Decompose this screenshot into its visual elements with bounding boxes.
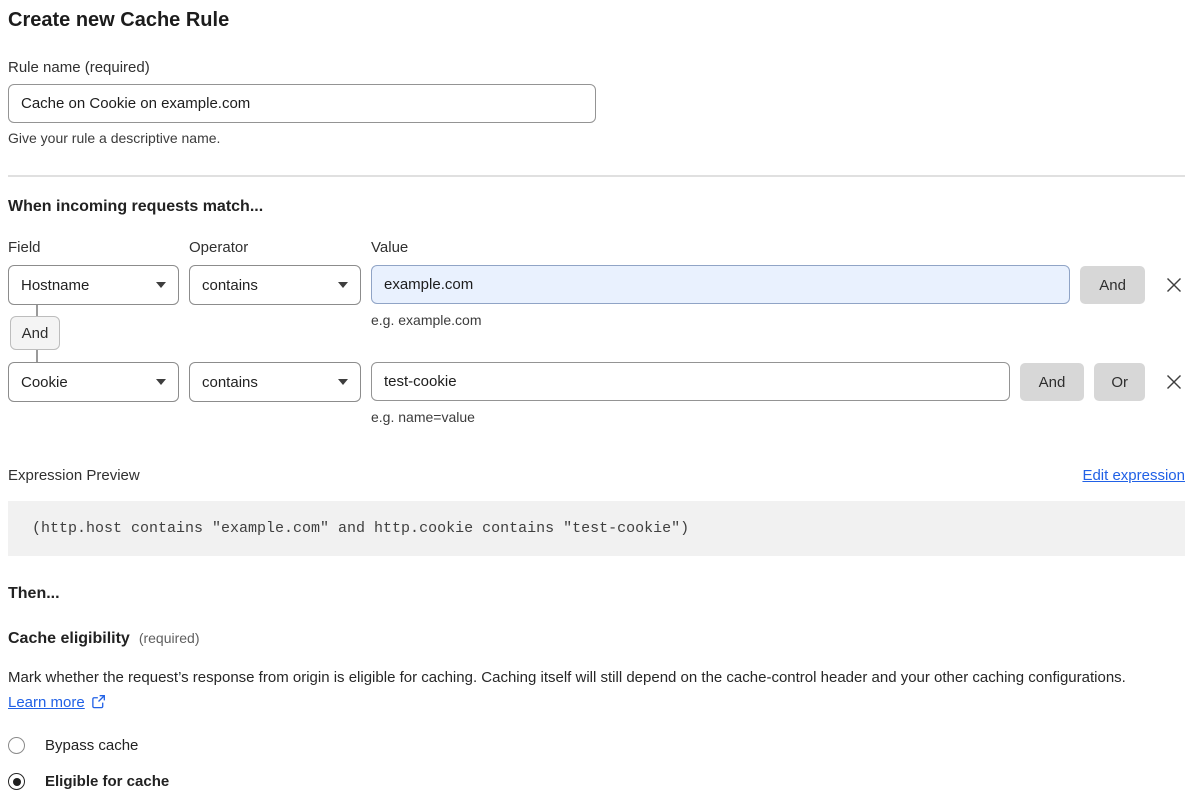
remove-condition-button[interactable] <box>1163 371 1185 393</box>
and-button[interactable]: And <box>1020 363 1085 401</box>
radio-unselected-icon[interactable] <box>8 737 25 754</box>
field-select-value: Hostname <box>21 277 89 294</box>
and-connector-button[interactable]: And <box>10 316 60 350</box>
radio-option-label: Eligible for cache <box>45 773 169 790</box>
value-column: e.g. name=value <box>371 362 1010 425</box>
value-hint: e.g. name=value <box>371 409 1010 425</box>
value-input[interactable] <box>371 362 1010 401</box>
field-column: Cookie <box>8 362 179 402</box>
operator-select[interactable]: contains <box>189 265 361 305</box>
operator-select-value: contains <box>202 374 258 391</box>
cache-eligibility-description: Mark whether the request’s response from… <box>8 665 1168 715</box>
external-link-icon <box>91 694 106 709</box>
operator-select[interactable]: contains <box>189 362 361 402</box>
condition-column-labels: Field Operator Value <box>8 239 1185 256</box>
and-button[interactable]: And <box>1080 266 1145 304</box>
cache-eligibility-title: Cache eligibility <box>8 630 130 648</box>
radio-selected-icon[interactable] <box>8 773 25 790</box>
expression-preview-header: Expression Preview Edit expression <box>8 467 1185 484</box>
chevron-down-icon <box>156 282 166 288</box>
rule-name-input[interactable] <box>8 84 596 123</box>
rule-name-label: Rule name (required) <box>8 59 1185 77</box>
eligible-for-cache-option[interactable]: Eligible for cache <box>8 773 1185 790</box>
cache-eligibility-header: Cache eligibility (required) <box>8 630 1185 648</box>
operator-select-value: contains <box>202 277 258 294</box>
required-note: (required) <box>139 630 200 646</box>
page-title: Create new Cache Rule <box>8 6 1185 34</box>
value-input[interactable] <box>371 265 1070 304</box>
field-column: Hostname And <box>8 265 179 362</box>
learn-more-link[interactable]: Learn more <box>8 694 85 711</box>
field-column-label: Field <box>8 239 179 256</box>
description-text: Mark whether the request’s response from… <box>8 669 1126 686</box>
expression-code: (http.host contains "example.com" and ht… <box>32 520 689 537</box>
match-heading: When incoming requests match... <box>8 198 1185 216</box>
rule-name-help: Give your rule a descriptive name. <box>8 130 1185 147</box>
value-column: e.g. example.com <box>371 265 1070 328</box>
x-icon <box>1163 274 1185 296</box>
field-select-value: Cookie <box>21 374 68 391</box>
x-icon <box>1163 371 1185 393</box>
chevron-down-icon <box>156 379 166 385</box>
remove-condition-button[interactable] <box>1163 274 1185 296</box>
expression-preview-label: Expression Preview <box>8 467 140 484</box>
expression-code-block: (http.host contains "example.com" and ht… <box>8 501 1185 556</box>
operator-column-label: Operator <box>189 239 361 256</box>
field-select[interactable]: Cookie <box>8 362 179 402</box>
connector-line <box>36 305 38 316</box>
field-select[interactable]: Hostname <box>8 265 179 305</box>
bypass-cache-option[interactable]: Bypass cache <box>8 737 1185 754</box>
edit-expression-link[interactable]: Edit expression <box>1082 467 1185 484</box>
value-column-label: Value <box>371 239 1185 256</box>
section-divider <box>8 175 1185 177</box>
radio-option-label: Bypass cache <box>45 737 138 754</box>
connector-line <box>36 350 38 362</box>
value-hint: e.g. example.com <box>371 312 1070 328</box>
then-heading: Then... <box>8 585 1185 603</box>
or-button[interactable]: Or <box>1094 363 1145 401</box>
create-cache-rule-form: Create new Cache Rule Rule name (require… <box>8 6 1185 790</box>
condition-row: Hostname And contains e.g. example.com A… <box>8 265 1185 362</box>
condition-row: Cookie contains e.g. name=value And Or <box>8 362 1185 425</box>
chevron-down-icon <box>338 282 348 288</box>
chevron-down-icon <box>338 379 348 385</box>
